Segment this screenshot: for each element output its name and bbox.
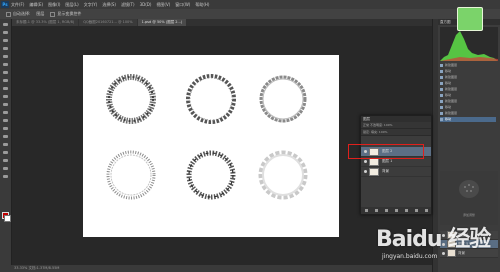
history-row[interactable]: 新建图层 — [440, 87, 496, 92]
blur-tool-icon[interactable] — [2, 118, 9, 123]
marquee-tool-icon[interactable] — [2, 30, 9, 35]
dodge-tool-icon[interactable] — [2, 126, 9, 131]
histogram-chart — [440, 27, 498, 61]
blend-mode-opacity[interactable]: 正常 不透明度: 100% — [361, 122, 431, 129]
history-state-icon — [440, 106, 443, 109]
history-row[interactable]: 移动 — [440, 81, 496, 86]
baidu-brand: Baidu 经验 — [376, 227, 491, 252]
document-canvas[interactable] — [83, 55, 339, 237]
lock-fill-controls[interactable]: 锁定: 填充: 100% — [361, 129, 431, 136]
history-state-icon — [440, 118, 443, 121]
new-layer-icon[interactable] — [414, 209, 418, 212]
layers-panel-floating: 图层 正常 不透明度: 100% 锁定: 填充: 100% 图层 2 图层 1 … — [360, 115, 432, 215]
wreath-image-3 — [259, 75, 307, 123]
wreath-image-2 — [186, 74, 236, 124]
hand-tool-icon[interactable] — [2, 166, 9, 171]
menu-file[interactable]: 文件(F) — [11, 2, 24, 8]
adjustment-illustration-icon — [459, 180, 479, 198]
healing-tool-icon[interactable] — [2, 70, 9, 75]
history-state-icon — [440, 112, 443, 115]
history-state-icon — [440, 76, 443, 79]
lasso-tool-icon[interactable] — [2, 38, 9, 43]
adjustments-label[interactable]: 添加调整 — [440, 213, 498, 217]
photoshop-logo: Ps — [1, 1, 9, 8]
menu-window[interactable]: 窗口(W) — [175, 2, 190, 8]
wreath-image-5 — [186, 150, 236, 200]
history-state-icon — [440, 64, 443, 67]
type-tool-icon[interactable] — [2, 142, 9, 147]
menu-help[interactable]: 帮助(H) — [195, 2, 209, 8]
history-state-icon — [440, 100, 443, 103]
baidu-url: jingyan.baidu.com — [382, 253, 438, 260]
status-bar: 33.33% 文档:1.37M/8.55M — [0, 265, 432, 272]
menu-bar: Ps 文件(F) 编辑(E) 图像(I) 图层(L) 文字(Y) 选择(S) 滤… — [0, 0, 500, 9]
eye-icon[interactable] — [364, 160, 367, 163]
wreath-image-1 — [106, 74, 156, 124]
history-row[interactable]: 新建图层 — [440, 99, 496, 104]
eyedropper-tool-icon[interactable] — [2, 62, 9, 67]
baidu-watermark: Baidu 经验 jingyan.baidu.com — [376, 221, 500, 271]
trash-icon[interactable] — [424, 209, 428, 212]
doc-tab-1[interactable]: 未标题-1 @ 33.3% (图层 1, RGB/8) — [12, 19, 79, 26]
auto-select-target-dropdown[interactable]: 图层 — [36, 11, 44, 17]
history-state-icon — [440, 88, 443, 91]
menu-select[interactable]: 选择(S) — [102, 2, 116, 8]
doc-tab-3[interactable]: 1.psd @ 50% (图层 2...) — [137, 19, 187, 26]
doc-tab-2[interactable]: QQ截图20160721... @ 100% — [79, 19, 137, 26]
shape-tool-icon[interactable] — [2, 158, 9, 163]
crop-tool-icon[interactable] — [2, 54, 9, 59]
tools-panel — [0, 19, 12, 265]
document-tabs: 未标题-1 @ 33.3% (图层 1, RGB/8) QQ截图20160721… — [12, 19, 432, 26]
menu-view[interactable]: 视图(V) — [156, 2, 170, 8]
history-row-selected[interactable]: 移动 — [440, 117, 496, 122]
history-row[interactable]: 移动 — [440, 69, 496, 74]
history-row[interactable]: 新建图层 — [440, 75, 496, 80]
history-brush-tool-icon[interactable] — [2, 94, 9, 99]
history-row[interactable]: 移动 — [440, 105, 496, 110]
show-transform-checkbox[interactable]: 显示变换控件 — [50, 11, 81, 17]
wreath-image-6 — [258, 150, 308, 200]
layers-panel-footer — [361, 207, 431, 214]
layer-thumbnail — [369, 167, 379, 176]
pen-tool-icon[interactable] — [2, 134, 9, 139]
adjustment-layer-icon[interactable] — [394, 209, 398, 212]
layer-style-icon[interactable] — [374, 209, 378, 212]
group-icon[interactable] — [404, 209, 408, 212]
stamp-tool-icon[interactable] — [2, 86, 9, 91]
history-state-icon — [440, 94, 443, 97]
background-color-swatch[interactable] — [4, 215, 11, 222]
user-avatar — [457, 7, 483, 31]
menu-filter[interactable]: 滤镜(T) — [121, 2, 135, 8]
layer-mask-icon[interactable] — [384, 209, 388, 212]
menu-edit[interactable]: 编辑(E) — [29, 2, 43, 8]
link-layers-icon[interactable] — [364, 209, 368, 212]
menu-layer[interactable]: 图层(L) — [65, 2, 78, 8]
menu-type[interactable]: 文字(Y) — [84, 2, 98, 8]
eraser-tool-icon[interactable] — [2, 102, 9, 107]
histogram-graph — [440, 31, 498, 61]
path-select-tool-icon[interactable] — [2, 150, 9, 155]
history-state-icon — [440, 70, 443, 73]
brush-tool-icon[interactable] — [2, 78, 9, 83]
history-row[interactable]: 新建图层 — [440, 111, 496, 116]
eye-icon[interactable] — [364, 170, 367, 173]
menu-image[interactable]: 图像(I) — [48, 2, 60, 8]
menu-3d[interactable]: 3D(D) — [140, 2, 152, 7]
history-row[interactable]: 新建图层 — [440, 63, 496, 68]
zoom-tool-icon[interactable] — [2, 174, 9, 179]
highlight-box — [348, 144, 424, 159]
adjustments-panel: 添加调整 — [440, 171, 498, 225]
quick-select-tool-icon[interactable] — [2, 46, 9, 51]
move-tool-icon[interactable] — [2, 22, 9, 27]
wreath-image-4 — [106, 150, 156, 200]
gradient-tool-icon[interactable] — [2, 110, 9, 115]
history-state-icon — [440, 82, 443, 85]
layer-row[interactable]: 背景 — [361, 167, 431, 177]
auto-select-checkbox[interactable]: 自动选择: — [6, 11, 30, 17]
history-row[interactable]: 移动 — [440, 93, 496, 98]
